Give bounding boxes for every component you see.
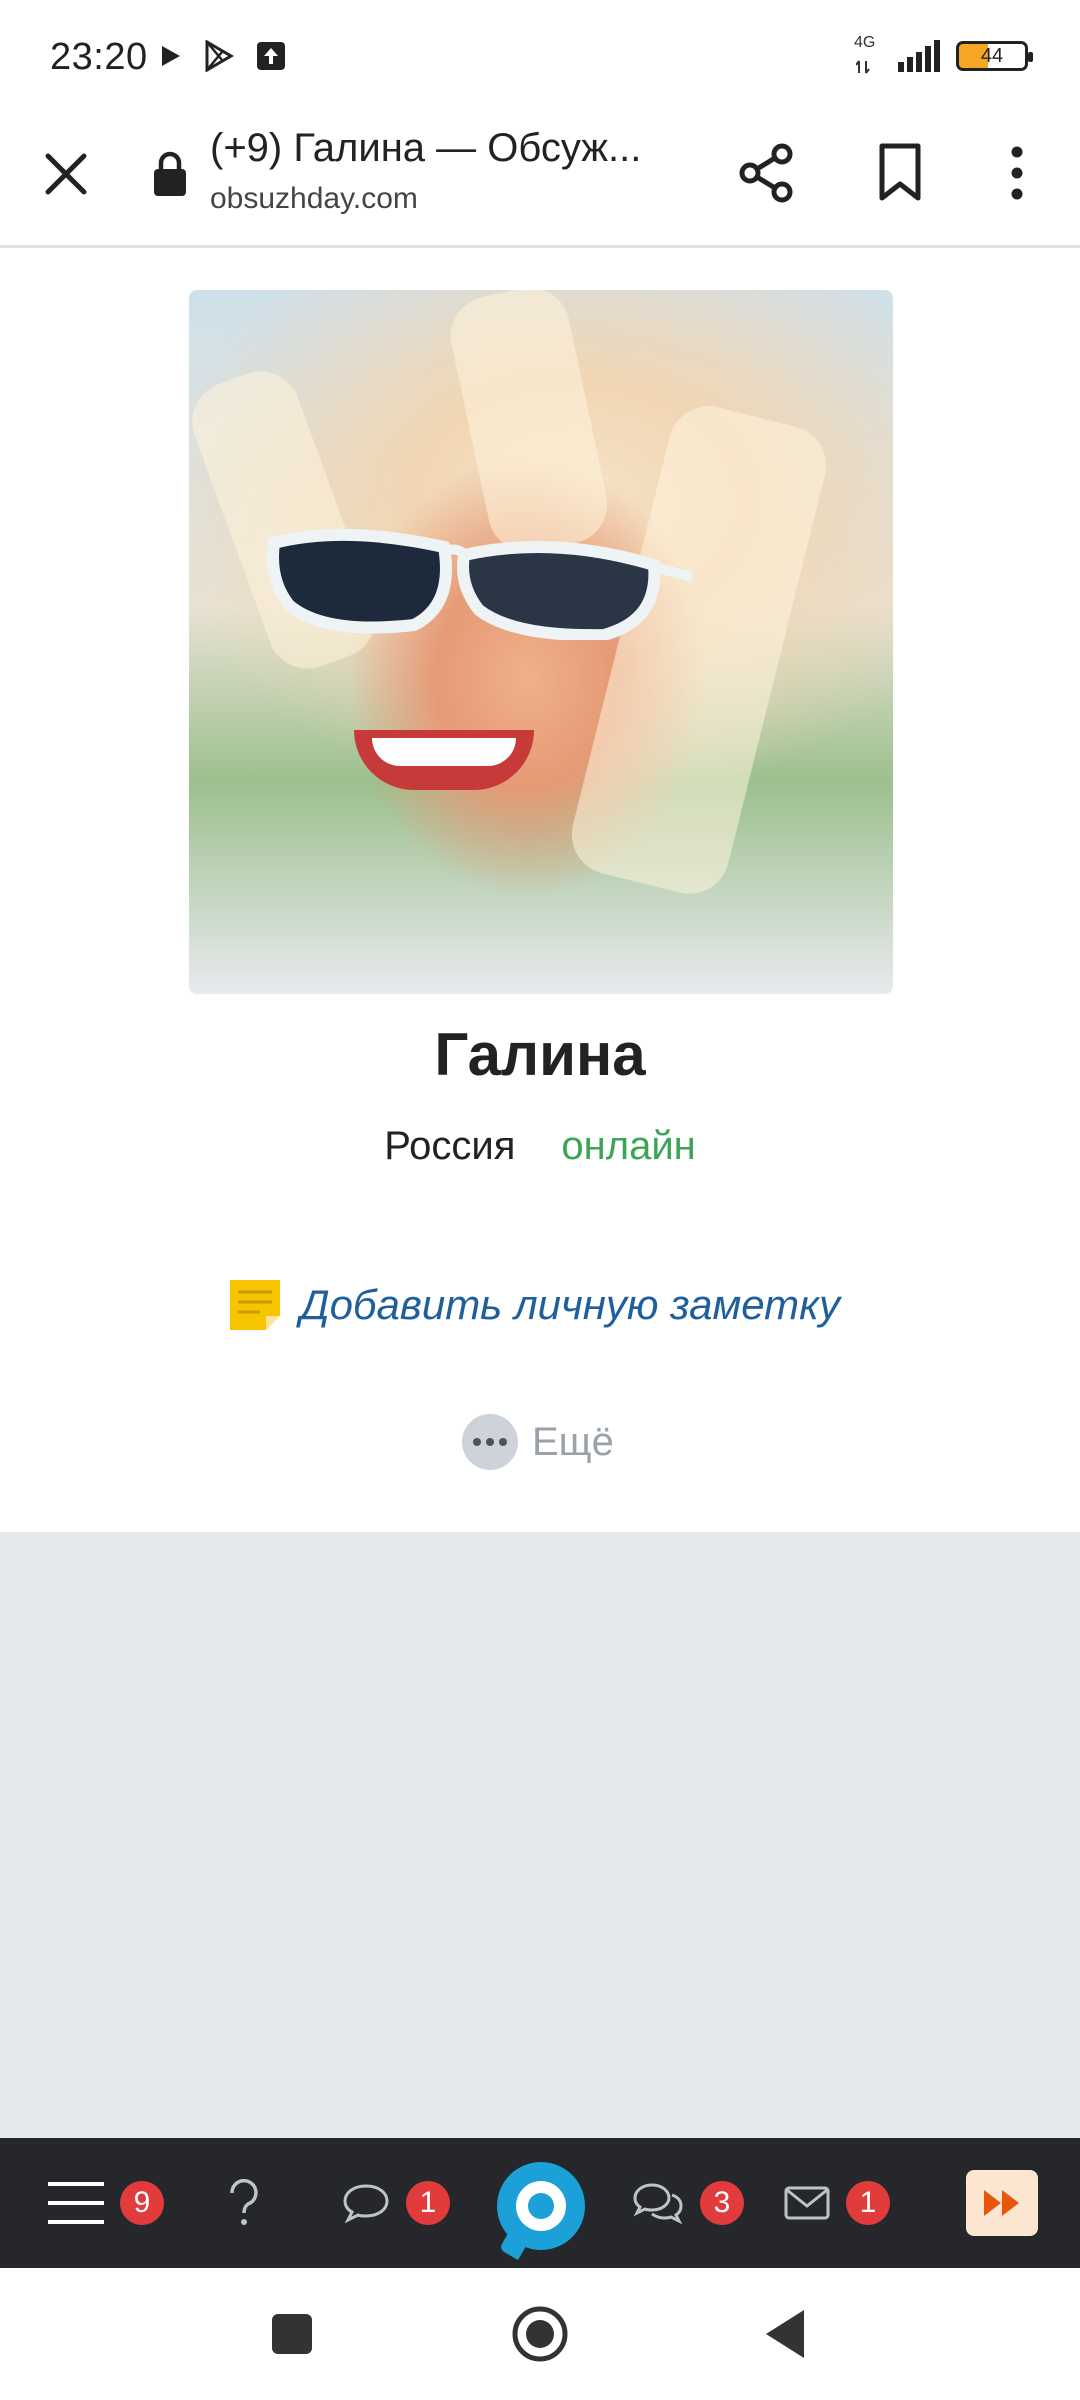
mail-icon xyxy=(784,2186,830,2220)
status-system-icons: 4G 44 xyxy=(854,34,1033,74)
network-type: 4G xyxy=(854,34,884,74)
more-button[interactable]: Ещё xyxy=(462,1414,614,1470)
close-icon[interactable] xyxy=(36,144,96,204)
page-url[interactable]: obsuzhday.com xyxy=(210,182,418,216)
fast-forward-button[interactable] xyxy=(966,2170,1038,2236)
nav-messages[interactable]: 1 xyxy=(784,2138,890,2268)
question-icon xyxy=(230,2179,258,2225)
profile-card: Галина Россия онлайн Добавить личную зам… xyxy=(0,248,1080,1532)
fast-forward-icon xyxy=(984,2190,1019,2216)
nav-questions[interactable] xyxy=(226,2138,262,2268)
comment-icon xyxy=(343,2184,389,2223)
sticky-note-icon xyxy=(230,1280,280,1330)
add-note-link[interactable]: Добавить личную заметку xyxy=(300,1281,840,1329)
profile-country: Россия xyxy=(384,1124,516,1168)
menu-badge: 9 xyxy=(120,2181,164,2225)
messages-badge: 1 xyxy=(846,2181,890,2225)
online-status: онлайн xyxy=(561,1124,696,1168)
network-label: 4G xyxy=(854,34,876,51)
more-dots-icon xyxy=(462,1414,518,1470)
smile xyxy=(354,730,534,790)
play-arrow-icon xyxy=(162,46,180,66)
page-background xyxy=(0,1532,1080,2138)
status-time: 23:20 xyxy=(50,36,148,78)
battery-icon: 44 xyxy=(956,41,1033,71)
more-vert-icon[interactable] xyxy=(1000,142,1034,204)
site-logo-icon[interactable] xyxy=(497,2162,585,2261)
upload-icon xyxy=(257,42,285,70)
nav-comments[interactable]: 1 xyxy=(342,2138,450,2268)
hair-highlight xyxy=(443,290,615,560)
discussions-icon xyxy=(633,2183,683,2224)
nav-discussions[interactable]: 3 xyxy=(632,2138,744,2268)
page-title[interactable]: (+9) Галина — Обсуж... xyxy=(210,126,680,171)
profile-avatar[interactable] xyxy=(189,290,893,994)
play-store-icon xyxy=(205,40,234,72)
back-icon[interactable] xyxy=(762,2308,808,2360)
more-label: Ещё xyxy=(532,1419,614,1464)
sunglasses xyxy=(267,528,694,640)
lock-icon xyxy=(154,151,186,196)
profile-name: Галина xyxy=(434,1021,646,1088)
profile-meta: Россия онлайн xyxy=(0,1124,1080,1169)
status-notification-icons xyxy=(160,40,286,72)
system-nav-bar xyxy=(0,2268,1080,2400)
browser-toolbar: (+9) Галина — Обсуж... obsuzhday.com xyxy=(0,120,1080,248)
nav-menu[interactable]: 9 xyxy=(46,2138,164,2268)
recents-icon[interactable] xyxy=(270,2312,314,2356)
menu-icon xyxy=(48,2182,104,2224)
hair-highlight xyxy=(563,397,835,903)
comments-badge: 1 xyxy=(406,2181,450,2225)
status-bar: 23:20 4G 44 xyxy=(0,0,1080,120)
battery-level: 44 xyxy=(980,44,1004,67)
signal-icon xyxy=(898,40,940,72)
add-note-row[interactable]: Добавить личную заметку xyxy=(228,1278,840,1332)
share-icon[interactable] xyxy=(738,142,796,204)
home-icon[interactable] xyxy=(510,2304,570,2364)
discussions-badge: 3 xyxy=(700,2181,744,2225)
data-arrows-icon xyxy=(856,60,870,74)
bookmark-icon[interactable] xyxy=(876,142,924,204)
site-bottom-nav: 9 1 3 1 xyxy=(0,2138,1080,2268)
